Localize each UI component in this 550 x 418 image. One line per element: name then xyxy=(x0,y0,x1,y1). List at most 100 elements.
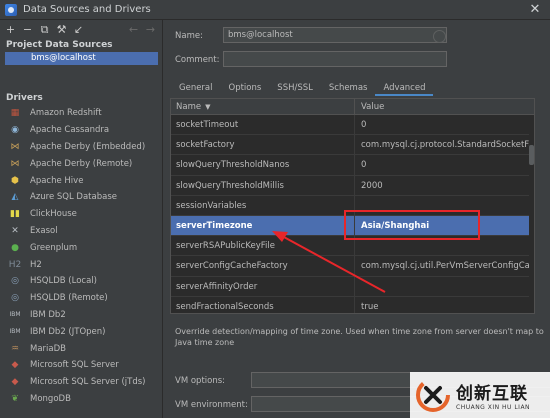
driver-item[interactable]: ▮▮ ClickHouse xyxy=(0,206,162,223)
driver-item[interactable]: IBM IBM Db2 (JTOpen) xyxy=(0,323,162,340)
driver-label: HSQLDB (Remote) xyxy=(30,293,108,304)
add-icon[interactable]: + xyxy=(5,24,16,35)
import-icon[interactable]: ↙ xyxy=(73,24,84,35)
table-header: Name ▼ Value xyxy=(171,99,534,115)
driver-item[interactable]: ⬢ Apache Hive xyxy=(0,172,162,189)
name-field[interactable]: bms@localhost xyxy=(223,27,447,43)
property-name-cell: serverConfigCacheFactory xyxy=(171,256,355,276)
property-name-cell: socketFactory xyxy=(171,135,355,155)
cassandra-icon: ◉ xyxy=(11,125,19,136)
property-name-cell: serverRSAPublicKeyFile xyxy=(171,236,355,256)
h2-icon: H2 xyxy=(8,259,22,270)
clickhouse-icon: ▮▮ xyxy=(10,209,20,220)
driver-item[interactable]: ◭ Azure SQL Database xyxy=(0,189,162,206)
property-name-cell: socketTimeout xyxy=(171,115,355,135)
driver-item[interactable]: ✕ Exasol xyxy=(0,223,162,240)
name-header-label: Name xyxy=(176,101,202,112)
vm-options-label: VM options: xyxy=(175,376,226,386)
property-value-cell[interactable] xyxy=(355,277,534,296)
value-column-header[interactable]: Value xyxy=(355,99,534,114)
driver-item[interactable]: ❦ MongoDB xyxy=(0,391,162,408)
table-row[interactable]: slowQueryThresholdMillis 2000 xyxy=(171,175,534,196)
scrollbar-thumb[interactable] xyxy=(529,145,534,165)
property-value-cell[interactable]: 0 xyxy=(355,115,534,134)
property-value-cell[interactable]: com.mysql.cj.util.PerVmServerConfigCache… xyxy=(355,256,534,275)
driver-item[interactable]: H2 H2 xyxy=(0,256,162,273)
mssql-icon: ◆ xyxy=(11,377,19,388)
driver-item[interactable]: ◆ Microsoft SQL Server xyxy=(0,357,162,374)
derby-icon: ⋈ xyxy=(10,141,20,152)
table-row[interactable]: socketTimeout 0 xyxy=(171,115,534,136)
window-title: Data Sources and Drivers xyxy=(23,4,151,15)
toolbar: + − ⧉ ⚒ ↙ ← → xyxy=(0,20,162,39)
property-value-cell[interactable]: 2000 xyxy=(355,176,534,195)
driver-label: Amazon Redshift xyxy=(30,108,102,119)
driver-item[interactable]: ⋈ Apache Derby (Remote) xyxy=(0,155,162,172)
tab-options[interactable]: Options xyxy=(221,80,270,96)
driver-item[interactable]: ♒ MariaDB xyxy=(0,340,162,357)
sort-down-icon: ▼ xyxy=(205,102,211,111)
forward-icon[interactable]: → xyxy=(145,24,156,35)
table-row[interactable]: slowQueryThresholdNanos 0 xyxy=(171,155,534,176)
driver-label: Apache Derby (Embedded) xyxy=(30,141,146,152)
driver-item[interactable]: ◎ HSQLDB (Local) xyxy=(0,273,162,290)
property-value-cell[interactable]: 0 xyxy=(355,155,534,174)
property-name-cell: sessionVariables xyxy=(171,195,355,215)
driver-item[interactable]: IBM IBM Db2 xyxy=(0,307,162,324)
name-column-header[interactable]: Name ▼ xyxy=(171,99,355,114)
driver-label: Apache Cassandra xyxy=(30,125,110,136)
driver-item[interactable]: ● Greenplum xyxy=(0,239,162,256)
driver-label: Azure SQL Database xyxy=(30,192,117,203)
close-button[interactable]: ✕ xyxy=(520,0,550,19)
left-panel: + − ⧉ ⚒ ↙ ← → Project Data Sources bms@l… xyxy=(0,20,163,418)
property-name-cell: sendFractionalSeconds xyxy=(171,296,355,313)
table-row[interactable]: serverAffinityOrder xyxy=(171,276,534,297)
wrench-icon[interactable]: ⚒ xyxy=(56,24,67,35)
table-row[interactable]: sendFractionalSeconds true xyxy=(171,296,534,313)
tab-advanced[interactable]: Advanced xyxy=(375,80,434,96)
color-circle-icon[interactable] xyxy=(433,30,446,43)
derby-icon: ⋈ xyxy=(10,158,20,169)
driver-label: ClickHouse xyxy=(30,209,77,220)
hsqldb-icon: ◎ xyxy=(11,276,19,287)
table-row[interactable]: serverConfigCacheFactory com.mysql.cj.uti… xyxy=(171,256,534,277)
tab-schemas[interactable]: Schemas xyxy=(321,80,376,96)
data-source-item[interactable]: bms@localhost xyxy=(5,52,158,65)
driver-label: Microsoft SQL Server xyxy=(30,360,119,371)
table-row[interactable]: socketFactory com.mysql.cj.protocol.Stand… xyxy=(171,135,534,156)
comment-field[interactable] xyxy=(223,51,447,67)
driver-item[interactable]: ◉ Apache Cassandra xyxy=(0,122,162,139)
driver-label: Apache Hive xyxy=(30,175,84,186)
hive-icon: ⬢ xyxy=(11,175,19,186)
property-value-cell[interactable]: true xyxy=(355,297,534,313)
driver-label: Apache Derby (Remote) xyxy=(30,158,133,169)
db2-icon: IBM xyxy=(9,311,21,319)
comment-label: Comment: xyxy=(175,55,220,65)
driver-item[interactable]: ◆ Microsoft SQL Server (jTds) xyxy=(0,374,162,391)
duplicate-icon[interactable]: ⧉ xyxy=(39,24,50,35)
vertical-scrollbar[interactable] xyxy=(529,115,534,313)
driver-label: MongoDB xyxy=(30,393,71,404)
property-value-cell[interactable]: com.mysql.cj.protocol.StandardSocketFact… xyxy=(355,135,534,154)
remove-icon[interactable]: − xyxy=(22,24,33,35)
driver-label: H2 xyxy=(30,259,42,270)
hsqldb-icon: ◎ xyxy=(11,293,19,304)
driver-label: Exasol xyxy=(30,225,58,236)
db2-icon: IBM xyxy=(9,328,21,336)
project-data-sources-title: Project Data Sources xyxy=(6,40,113,50)
watermark-logo-icon xyxy=(416,378,450,412)
tab-ssh-ssl[interactable]: SSH/SSL xyxy=(269,80,321,96)
driver-item[interactable]: ⋈ Apache Derby (Embedded) xyxy=(0,139,162,156)
driver-label: IBM Db2 (JTOpen) xyxy=(30,326,106,337)
driver-label: MariaDB xyxy=(30,343,66,354)
driver-label: Greenplum xyxy=(30,242,78,253)
tab-general[interactable]: General xyxy=(171,80,221,96)
driver-item[interactable]: ▦ Amazon Redshift xyxy=(0,105,162,122)
driver-list: ▦ Amazon Redshift ◉ Apache Cassandra ⋈ Apache… xyxy=(0,105,162,407)
name-label: Name: xyxy=(175,31,203,41)
watermark-cn: 创新互联 xyxy=(456,384,528,404)
property-description: Override detection/mapping of time zone.… xyxy=(175,327,544,347)
driver-item[interactable]: ◎ HSQLDB (Remote) xyxy=(0,290,162,307)
back-icon[interactable]: ← xyxy=(128,24,139,35)
watermark: 创新互联 CHUANG XIN HU LIAN xyxy=(410,372,550,418)
